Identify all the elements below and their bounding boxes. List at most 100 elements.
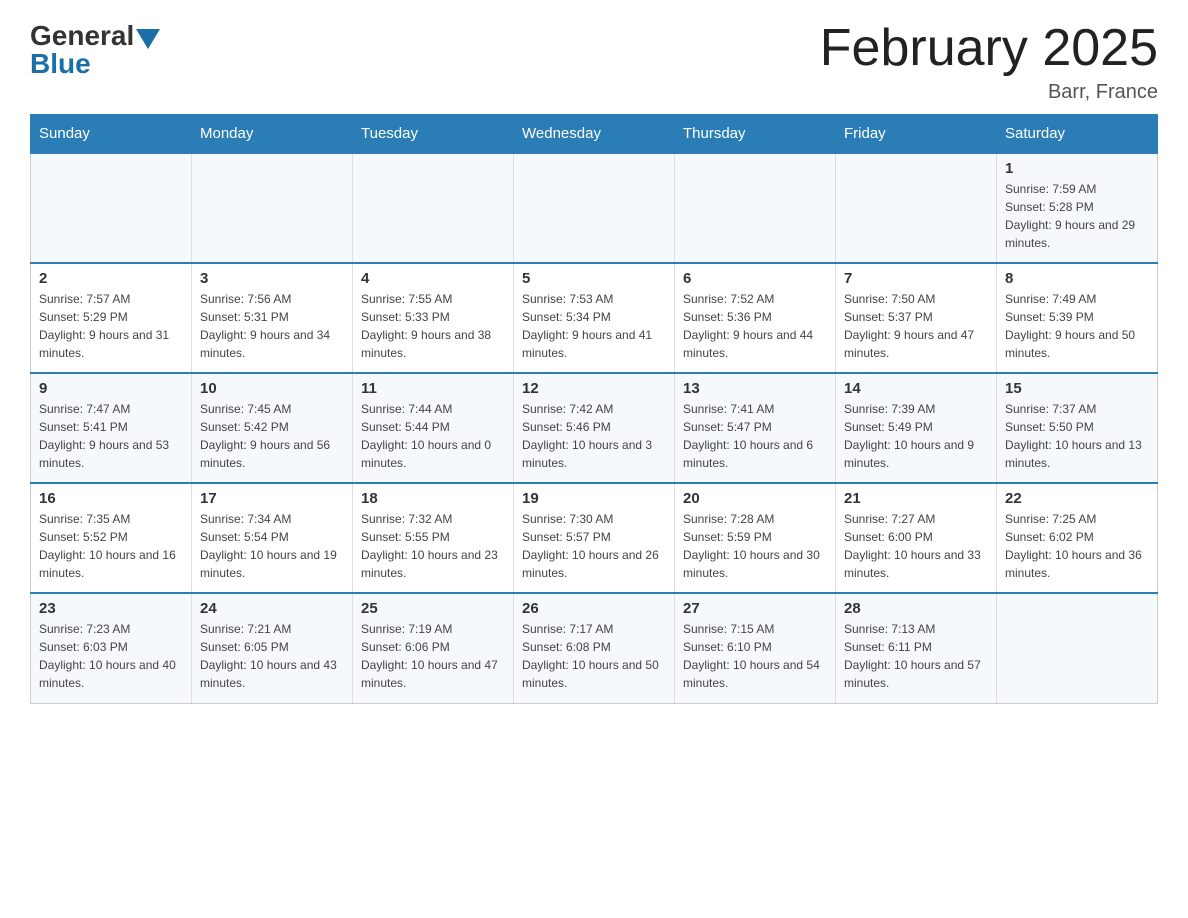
day-info: Sunrise: 7:57 AM Sunset: 5:29 PM Dayligh…	[39, 290, 183, 362]
day-number: 3	[200, 270, 344, 287]
day-number: 15	[1005, 380, 1149, 397]
calendar-cell: 10 Sunrise: 7:45 AM Sunset: 5:42 PM Dayli…	[192, 373, 353, 483]
calendar-week-row: 16 Sunrise: 7:35 AM Sunset: 5:52 PM Dayli…	[31, 483, 1158, 593]
day-number: 4	[361, 270, 505, 287]
day-info: Sunrise: 7:13 AM Sunset: 6:11 PM Dayligh…	[844, 620, 988, 692]
title-block: February 2025 Barr, France	[820, 20, 1158, 104]
day-info: Sunrise: 7:23 AM Sunset: 6:03 PM Dayligh…	[39, 620, 183, 692]
calendar-week-row: 23 Sunrise: 7:23 AM Sunset: 6:03 PM Dayli…	[31, 593, 1158, 703]
day-info: Sunrise: 7:17 AM Sunset: 6:08 PM Dayligh…	[522, 620, 666, 692]
calendar-cell: 18 Sunrise: 7:32 AM Sunset: 5:55 PM Dayli…	[353, 483, 514, 593]
day-info: Sunrise: 7:39 AM Sunset: 5:49 PM Dayligh…	[844, 400, 988, 472]
calendar-table: SundayMondayTuesdayWednesdayThursdayFrid…	[30, 114, 1158, 704]
day-number: 22	[1005, 490, 1149, 507]
day-number: 25	[361, 600, 505, 617]
day-info: Sunrise: 7:55 AM Sunset: 5:33 PM Dayligh…	[361, 290, 505, 362]
day-number: 21	[844, 490, 988, 507]
calendar-cell	[192, 153, 353, 263]
calendar-cell	[514, 153, 675, 263]
day-info: Sunrise: 7:47 AM Sunset: 5:41 PM Dayligh…	[39, 400, 183, 472]
calendar-cell: 28 Sunrise: 7:13 AM Sunset: 6:11 PM Dayli…	[836, 593, 997, 703]
calendar-cell: 9 Sunrise: 7:47 AM Sunset: 5:41 PM Daylig…	[31, 373, 192, 483]
day-info: Sunrise: 7:56 AM Sunset: 5:31 PM Dayligh…	[200, 290, 344, 362]
day-info: Sunrise: 7:50 AM Sunset: 5:37 PM Dayligh…	[844, 290, 988, 362]
calendar-cell: 5 Sunrise: 7:53 AM Sunset: 5:34 PM Daylig…	[514, 263, 675, 373]
day-number: 7	[844, 270, 988, 287]
day-info: Sunrise: 7:34 AM Sunset: 5:54 PM Dayligh…	[200, 510, 344, 582]
day-number: 8	[1005, 270, 1149, 287]
day-number: 14	[844, 380, 988, 397]
calendar-week-row: 9 Sunrise: 7:47 AM Sunset: 5:41 PM Daylig…	[31, 373, 1158, 483]
calendar-cell: 8 Sunrise: 7:49 AM Sunset: 5:39 PM Daylig…	[997, 263, 1158, 373]
day-info: Sunrise: 7:28 AM Sunset: 5:59 PM Dayligh…	[683, 510, 827, 582]
calendar-cell: 27 Sunrise: 7:15 AM Sunset: 6:10 PM Dayli…	[675, 593, 836, 703]
day-number: 13	[683, 380, 827, 397]
day-info: Sunrise: 7:53 AM Sunset: 5:34 PM Dayligh…	[522, 290, 666, 362]
day-number: 19	[522, 490, 666, 507]
day-info: Sunrise: 7:37 AM Sunset: 5:50 PM Dayligh…	[1005, 400, 1149, 472]
calendar-cell: 14 Sunrise: 7:39 AM Sunset: 5:49 PM Dayli…	[836, 373, 997, 483]
calendar-cell: 2 Sunrise: 7:57 AM Sunset: 5:29 PM Daylig…	[31, 263, 192, 373]
calendar-cell: 1 Sunrise: 7:59 AM Sunset: 5:28 PM Daylig…	[997, 153, 1158, 263]
logo: General Blue	[30, 20, 160, 80]
calendar-day-header: Tuesday	[353, 115, 514, 154]
calendar-cell: 16 Sunrise: 7:35 AM Sunset: 5:52 PM Dayli…	[31, 483, 192, 593]
calendar-cell: 20Sunrise: 7:28 AM Sunset: 5:59 PM Dayli…	[675, 483, 836, 593]
calendar-cell	[675, 153, 836, 263]
day-info: Sunrise: 7:32 AM Sunset: 5:55 PM Dayligh…	[361, 510, 505, 582]
calendar-header-row: SundayMondayTuesdayWednesdayThursdayFrid…	[31, 115, 1158, 154]
day-info: Sunrise: 7:25 AM Sunset: 6:02 PM Dayligh…	[1005, 510, 1149, 582]
calendar-week-row: 1 Sunrise: 7:59 AM Sunset: 5:28 PM Daylig…	[31, 153, 1158, 263]
calendar-cell: 12Sunrise: 7:42 AM Sunset: 5:46 PM Dayli…	[514, 373, 675, 483]
calendar-day-header: Saturday	[997, 115, 1158, 154]
logo-triangle-icon	[136, 29, 160, 49]
logo-blue: Blue	[30, 48, 91, 80]
day-number: 23	[39, 600, 183, 617]
day-number: 28	[844, 600, 988, 617]
calendar-cell: 3 Sunrise: 7:56 AM Sunset: 5:31 PM Daylig…	[192, 263, 353, 373]
day-number: 9	[39, 380, 183, 397]
day-number: 27	[683, 600, 827, 617]
day-number: 1	[1005, 160, 1149, 177]
calendar-week-row: 2 Sunrise: 7:57 AM Sunset: 5:29 PM Daylig…	[31, 263, 1158, 373]
calendar-day-header: Wednesday	[514, 115, 675, 154]
location: Barr, France	[820, 81, 1158, 104]
calendar-cell	[353, 153, 514, 263]
calendar-cell: 19 Sunrise: 7:30 AM Sunset: 5:57 PM Dayli…	[514, 483, 675, 593]
day-info: Sunrise: 7:30 AM Sunset: 5:57 PM Dayligh…	[522, 510, 666, 582]
day-info: Sunrise: 7:45 AM Sunset: 5:42 PM Dayligh…	[200, 400, 344, 472]
day-info: Sunrise: 7:49 AM Sunset: 5:39 PM Dayligh…	[1005, 290, 1149, 362]
calendar-day-header: Monday	[192, 115, 353, 154]
day-info: Sunrise: 7:44 AM Sunset: 5:44 PM Dayligh…	[361, 400, 505, 472]
day-info: Sunrise: 7:41 AM Sunset: 5:47 PM Dayligh…	[683, 400, 827, 472]
day-info: Sunrise: 7:21 AM Sunset: 6:05 PM Dayligh…	[200, 620, 344, 692]
calendar-cell: 13 Sunrise: 7:41 AM Sunset: 5:47 PM Dayli…	[675, 373, 836, 483]
calendar-cell: 7 Sunrise: 7:50 AM Sunset: 5:37 PM Daylig…	[836, 263, 997, 373]
calendar-cell: 23 Sunrise: 7:23 AM Sunset: 6:03 PM Dayli…	[31, 593, 192, 703]
day-info: Sunrise: 7:59 AM Sunset: 5:28 PM Dayligh…	[1005, 180, 1149, 252]
calendar-day-header: Thursday	[675, 115, 836, 154]
calendar-cell: 26 Sunrise: 7:17 AM Sunset: 6:08 PM Dayli…	[514, 593, 675, 703]
day-info: Sunrise: 7:52 AM Sunset: 5:36 PM Dayligh…	[683, 290, 827, 362]
calendar-cell: 15 Sunrise: 7:37 AM Sunset: 5:50 PM Dayli…	[997, 373, 1158, 483]
calendar-cell	[31, 153, 192, 263]
day-info: Sunrise: 7:27 AM Sunset: 6:00 PM Dayligh…	[844, 510, 988, 582]
day-number: 5	[522, 270, 666, 287]
calendar-cell	[997, 593, 1158, 703]
day-number: 16	[39, 490, 183, 507]
day-number: 2	[39, 270, 183, 287]
calendar-day-header: Sunday	[31, 115, 192, 154]
day-info: Sunrise: 7:42 AM Sunset: 5:46 PM Dayligh…	[522, 400, 666, 472]
day-number: 10	[200, 380, 344, 397]
day-info: Sunrise: 7:19 AM Sunset: 6:06 PM Dayligh…	[361, 620, 505, 692]
calendar-cell: 17Sunrise: 7:34 AM Sunset: 5:54 PM Dayli…	[192, 483, 353, 593]
page-header: General Blue February 2025 Barr, France	[30, 20, 1158, 104]
day-info: Sunrise: 7:35 AM Sunset: 5:52 PM Dayligh…	[39, 510, 183, 582]
day-number: 18	[361, 490, 505, 507]
calendar-cell: 22 Sunrise: 7:25 AM Sunset: 6:02 PM Dayli…	[997, 483, 1158, 593]
calendar-cell: 24Sunrise: 7:21 AM Sunset: 6:05 PM Dayli…	[192, 593, 353, 703]
calendar-cell	[836, 153, 997, 263]
day-info: Sunrise: 7:15 AM Sunset: 6:10 PM Dayligh…	[683, 620, 827, 692]
calendar-cell: 4 Sunrise: 7:55 AM Sunset: 5:33 PM Daylig…	[353, 263, 514, 373]
day-number: 26	[522, 600, 666, 617]
